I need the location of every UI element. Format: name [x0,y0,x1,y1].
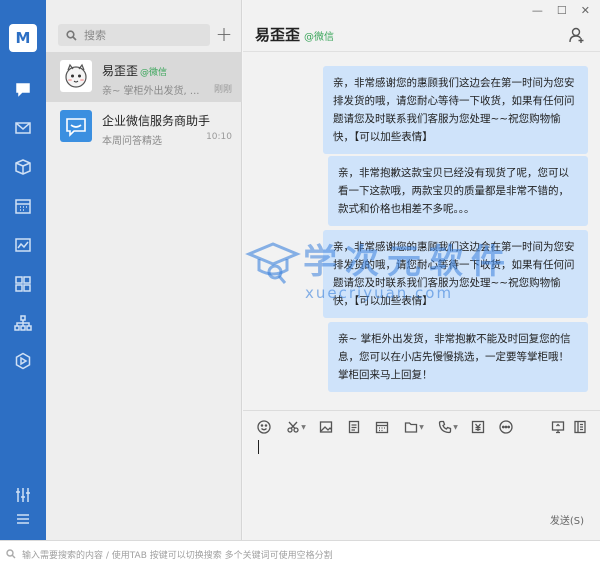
input-divider [243,410,600,411]
wechat-source-tag: @微信 [304,32,335,43]
conversation-list: + 易歪歪@微信 亲~ 掌柜外出发货, ... 刚刚 [46,0,242,540]
folder-icon[interactable]: ▼ [401,418,427,436]
avatar [60,60,92,92]
conversation-item-yiwaiwai[interactable]: 易歪歪 @微信 亲~ 掌柜外出发货, ... 刚刚 [46,52,242,102]
org-icon[interactable] [12,312,34,334]
history-icon[interactable] [571,418,589,436]
search-input[interactable] [84,28,204,42]
message-bubble: 亲，非常感谢您的惠顾我们这边会在第一时间为您安排发货的哦，请您耐心等待一下收货，… [323,230,588,318]
app-logo: M [9,24,37,52]
chat-title: 易歪歪 @微信 [255,26,335,44]
add-member-icon[interactable] [568,26,586,47]
image-icon[interactable] [317,418,335,436]
money-icon[interactable] [469,418,487,436]
phone-icon[interactable]: ▼ [435,418,461,436]
conversation-time: 10:10 [206,132,232,142]
cube-icon[interactable] [12,156,34,178]
message-bubble: 亲，非常抱歉这款宝贝已经没有现货了呢，您可以看一下这款哦，两款宝贝的质量都是非常… [328,156,588,226]
conversation-time: 刚刚 [213,85,232,95]
conversation-preview: 亲~ 掌柜外出发货, ... [102,86,200,97]
minimize-icon[interactable]: — [532,4,543,17]
chat-icon[interactable] [12,78,34,100]
search-icon [6,549,16,559]
conversation-name: 易歪歪 @微信 [102,64,168,78]
search-icon [66,29,77,41]
chart-icon[interactable] [12,234,34,256]
menu-icon[interactable] [12,508,34,530]
send-button[interactable]: 发送(S) [550,512,584,527]
chat-panel: — ☐ ✕ 易歪歪 @微信 亲，非常感谢您的惠顾我们这边会在第一时间为您安排发货的… [243,0,600,540]
graduation-cap-icon [245,238,303,286]
conversation-name: 企业微信服务商助手 [102,114,211,128]
header-divider [243,51,600,52]
calendar-icon[interactable] [373,418,391,436]
window-controls: — ☐ ✕ [532,4,590,17]
screen-share-icon[interactable] [549,418,567,436]
settings-sliders-icon[interactable] [12,484,34,506]
nav-rail: M [0,0,46,540]
screenshot-icon[interactable]: ▼ [283,418,309,436]
emoji-icon[interactable] [255,418,273,436]
text-cursor[interactable] [258,440,259,454]
close-icon[interactable]: ✕ [581,4,590,17]
calendar-icon[interactable] [12,195,34,217]
document-icon[interactable] [345,418,363,436]
message-bubble: 亲，非常感谢您的惠顾我们这边会在第一时间为您安排发货的哦，请您耐心等待一下收货，… [323,66,588,154]
hexagon-icon[interactable] [12,350,34,372]
apps-icon[interactable] [12,273,34,295]
input-toolbar: ▼ ▼ ▼ [255,418,590,438]
wechat-tag: @微信 [140,68,168,78]
conversation-preview: 本周问答精选 [102,136,162,147]
message-bubble: 亲~ 掌柜外出发货，非常抱歉不能及时回复您的信息，您可以在小店先慢慢挑选，一定要… [328,322,588,392]
search-hint: 输入需要搜索的内容 / 使用TAB 按键可以切换搜索 多个关键词可使用空格分割 [22,550,333,561]
maximize-icon[interactable]: ☐ [557,4,567,17]
more-icon[interactable] [497,418,515,436]
global-search-bar[interactable]: 输入需要搜索的内容 / 使用TAB 按键可以切换搜索 多个关键词可使用空格分割 [0,540,600,567]
mail-icon[interactable] [12,117,34,139]
conversation-item-service-assistant[interactable]: 企业微信服务商助手 本周问答精选 10:10 [46,102,242,152]
add-chat-button[interactable]: + [214,24,234,46]
avatar [60,110,92,142]
search-box[interactable] [58,24,210,46]
